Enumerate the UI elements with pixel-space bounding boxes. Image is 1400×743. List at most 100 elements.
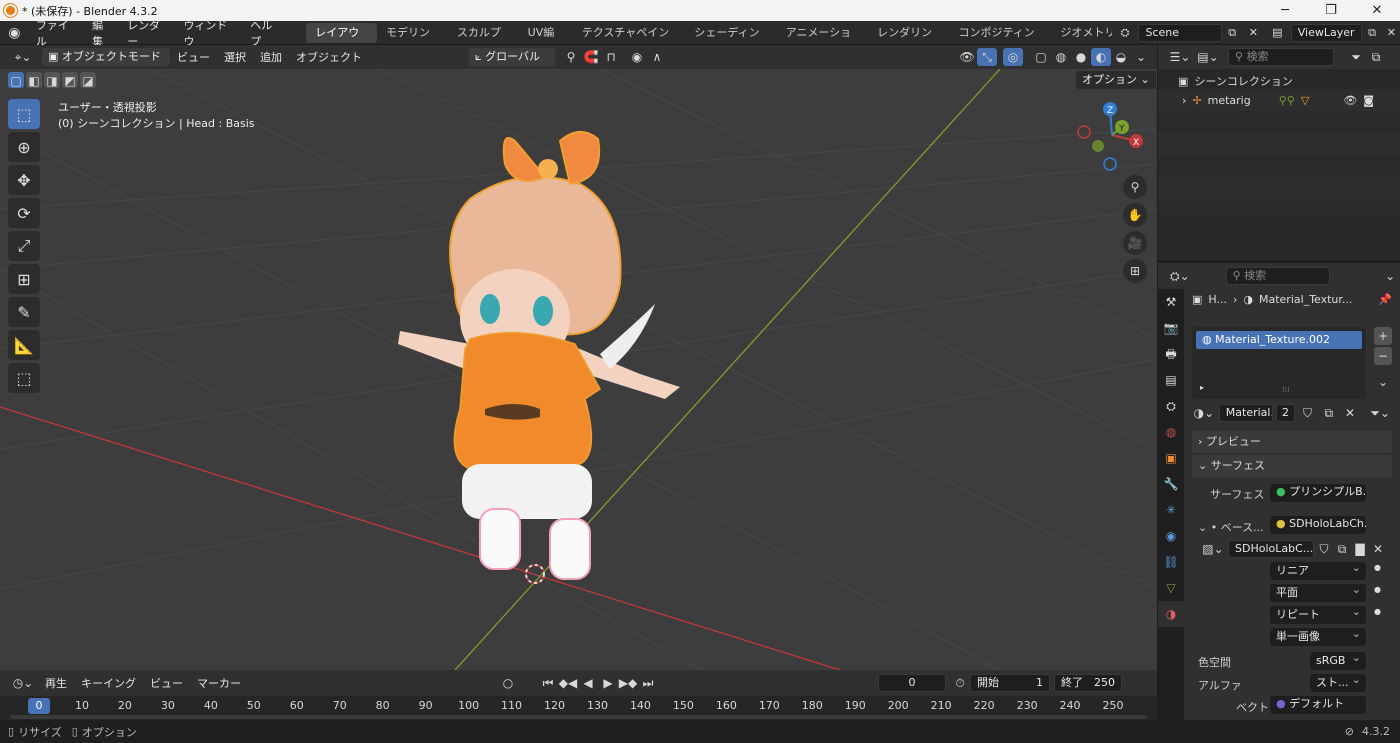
close-window-button[interactable]: ✕ xyxy=(1354,0,1400,21)
view-layer-tab-icon[interactable]: ▤ xyxy=(1158,367,1184,393)
unlink-image-icon[interactable]: ✕ xyxy=(1370,540,1386,558)
constraints-tab-icon[interactable]: ⛓ xyxy=(1158,549,1184,575)
object-tab-icon[interactable]: ▣ xyxy=(1158,445,1184,471)
tool-tab-icon[interactable]: ⚒ xyxy=(1158,289,1184,315)
tab-modeling[interactable]: モデリング xyxy=(377,23,448,59)
menu-edit[interactable]: 編集 xyxy=(85,17,120,49)
props-editor-icon[interactable]: ⛭⌄ xyxy=(1166,267,1194,285)
measure-tool-icon[interactable]: 📐 xyxy=(8,330,40,360)
data-tab-icon[interactable]: ▽ xyxy=(1158,575,1184,601)
new-scene-icon[interactable]: ⧉ xyxy=(1222,26,1243,40)
select-box-tool-icon[interactable]: ⬚ xyxy=(8,99,40,129)
extension-dropdown[interactable]: リピート xyxy=(1270,603,1366,624)
expand-arrow-icon[interactable]: ▸ xyxy=(1200,383,1204,392)
material-tab-icon[interactable]: ◑ xyxy=(1158,601,1184,627)
timeline-editor-icon[interactable]: ◷⌄ xyxy=(8,674,38,692)
render-tab-icon[interactable]: 📷 xyxy=(1158,315,1184,341)
remove-scene-icon[interactable]: ✕ xyxy=(1243,26,1264,39)
render-camera-icon[interactable]: ◙ xyxy=(1363,94,1374,107)
preview-panel-header[interactable]: › プレビュー xyxy=(1192,431,1392,453)
shading-options-icon[interactable]: ⌄ xyxy=(1131,48,1151,66)
open-image-icon[interactable]: ▇ xyxy=(1352,540,1368,558)
timeline-ruler[interactable]: 0 10 20 30 40 50 60 70 80 90 100 110 120 130 140 150 160… xyxy=(0,696,1157,720)
transform-orientation-dropdown[interactable]: ⟀ グローバル xyxy=(469,48,555,66)
duplicate-material-icon[interactable]: ⧉ xyxy=(1320,404,1338,422)
props-search[interactable]: ⚲ 検索 xyxy=(1225,267,1331,285)
menu-file[interactable]: ファイル xyxy=(29,17,85,49)
pan-hand-icon[interactable]: ✋ xyxy=(1123,203,1147,227)
tab-shading[interactable]: シェーディング xyxy=(685,23,776,59)
browse-image-icon[interactable]: ▨⌄ xyxy=(1200,540,1226,558)
pivot-icon[interactable]: ⚲ xyxy=(561,48,581,66)
tab-geometry-nodes[interactable]: ジオメトリノ xyxy=(1051,23,1111,43)
particles-tab-icon[interactable]: ✳ xyxy=(1158,497,1184,523)
resize-handle-icon[interactable]: ⁞⁞⁞ xyxy=(1282,385,1290,394)
solid-shading-icon[interactable]: ● xyxy=(1071,48,1091,66)
marker-menu[interactable]: マーカー xyxy=(190,675,248,691)
xray-icon[interactable]: ▢ xyxy=(1031,48,1051,66)
move-tool-icon[interactable]: ✥ xyxy=(8,165,40,195)
overlay-toggle-icon[interactable]: ◎ xyxy=(1003,48,1023,66)
viewlayer-icon[interactable]: ▤ xyxy=(1264,26,1291,39)
mode-dropdown[interactable]: ▣ オブジェクトモード ⌄ xyxy=(42,48,170,81)
menu-help[interactable]: ヘルプ xyxy=(243,17,289,49)
vp-menu-view[interactable]: ビュー xyxy=(170,49,217,65)
scene-tab-icon[interactable]: ⛭ xyxy=(1158,393,1184,419)
scene-field[interactable]: Scene xyxy=(1138,23,1222,42)
playback-menu[interactable]: 再生 xyxy=(38,675,74,691)
tab-texture-paint[interactable]: テクスチャペイント xyxy=(573,23,686,59)
preview-range-icon[interactable]: ⏱ xyxy=(950,674,970,692)
surface-panel-header[interactable]: ⌄ サーフェス xyxy=(1192,455,1392,477)
browse-material-icon[interactable]: ◑⌄ xyxy=(1192,404,1216,422)
vector-field[interactable]: ● デフォルト xyxy=(1270,696,1366,714)
select-new-icon[interactable]: ▢ xyxy=(8,72,24,88)
blender-menu-icon[interactable]: ◉ xyxy=(0,25,29,41)
proportional-edit-icon[interactable]: ◉ xyxy=(627,48,647,66)
vp-menu-add[interactable]: 追加 xyxy=(253,49,289,65)
auto-key-icon[interactable]: ○ xyxy=(498,674,518,692)
outliner-root[interactable]: ▣ シーンコレクション xyxy=(1158,69,1400,89)
user-count[interactable]: 2 xyxy=(1276,404,1296,422)
display-mode-icon[interactable]: ▤⌄ xyxy=(1194,48,1222,66)
output-tab-icon[interactable]: 🖶 xyxy=(1158,341,1184,367)
ortho-grid-icon[interactable]: ⊞ xyxy=(1123,259,1147,283)
jump-start-icon[interactable]: ⏮ xyxy=(538,674,558,692)
tab-sculpt[interactable]: スカルプト xyxy=(448,23,519,59)
physics-tab-icon[interactable]: ◉ xyxy=(1158,523,1184,549)
end-frame-field[interactable]: 終了 250 xyxy=(1054,674,1122,692)
image-fake-user-icon[interactable]: ⛉ xyxy=(1316,540,1332,558)
world-tab-icon[interactable]: ◍ xyxy=(1158,419,1184,445)
falloff-icon[interactable]: ∧ xyxy=(647,48,667,66)
timeline-scrollbar[interactable] xyxy=(10,715,1147,719)
select-invert-icon[interactable]: ◩ xyxy=(62,72,78,88)
base-color-texture-field[interactable]: ● SDHoloLabCh... xyxy=(1270,516,1366,534)
gizmo-toggle-icon[interactable]: ⤡ xyxy=(977,48,997,66)
remove-slot-icon[interactable]: − xyxy=(1374,347,1392,365)
tab-animation[interactable]: アニメーション xyxy=(777,23,869,59)
play-icon[interactable]: ▶ xyxy=(598,674,618,692)
jump-key-back-icon[interactable]: ◆◀ xyxy=(558,674,578,692)
transform-tool-icon[interactable]: ⊞ xyxy=(8,264,40,294)
select-intersect-icon[interactable]: ◪ xyxy=(80,72,96,88)
jump-end-icon[interactable]: ⏭ xyxy=(638,674,658,692)
outliner-item-metarig[interactable]: › ✢ metarig ⚲⚲ ▽ 👁 ◙ xyxy=(1158,89,1400,111)
alpha-dropdown[interactable]: スト... xyxy=(1310,671,1366,692)
material-name-field[interactable]: Material... xyxy=(1218,404,1274,422)
colorspace-dropdown[interactable]: sRGB xyxy=(1310,649,1366,670)
fake-user-icon[interactable]: ⛉ xyxy=(1298,404,1316,422)
options-dropdown[interactable]: オプション ⌄ xyxy=(1076,71,1156,89)
outliner-editor-icon[interactable]: ☰⌄ xyxy=(1166,48,1194,66)
navigation-gizmo[interactable]: X Y Z xyxy=(1077,102,1143,171)
keying-menu[interactable]: キーイング xyxy=(74,675,143,691)
eye-icon[interactable]: 👁 xyxy=(1343,94,1357,107)
current-frame-field[interactable]: 0 xyxy=(878,674,946,692)
interpolation-dropdown[interactable]: リニア xyxy=(1270,559,1366,580)
slot-specials-icon[interactable]: ⌄ xyxy=(1374,373,1392,391)
visibility-icon[interactable]: 👁 xyxy=(957,48,977,66)
select-extend-icon[interactable]: ◧ xyxy=(26,72,42,88)
tab-uv[interactable]: UV編集 xyxy=(519,23,573,59)
source-dropdown[interactable]: 単一画像 xyxy=(1270,625,1366,646)
projection-dropdown[interactable]: 平面 xyxy=(1270,581,1366,602)
menu-render[interactable]: レンダー xyxy=(120,17,176,49)
filter-icon[interactable]: ⏷ xyxy=(1346,48,1366,66)
